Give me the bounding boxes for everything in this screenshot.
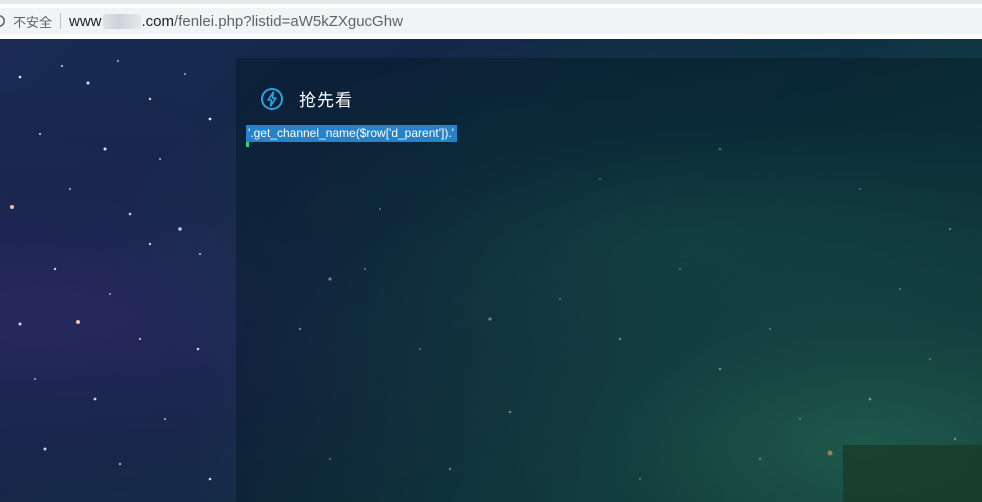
content-panel: 抢先看 '.get_channel_name($row['d_parent'])… — [236, 58, 982, 502]
panel-title: 抢先看 — [299, 91, 353, 111]
omnibox[interactable]: 不安全 www .com /fenlei.php?listid=aW5kZXgu… — [0, 8, 982, 34]
url-prefix: www — [69, 12, 102, 30]
corner-overlay — [843, 445, 982, 502]
security-label[interactable]: 不安全 — [13, 12, 52, 31]
selected-code-text[interactable]: '.get_channel_name($row['d_parent']).' — [246, 125, 457, 142]
text-cursor-marker — [246, 142, 249, 147]
browser-address-bar: 不安全 www .com /fenlei.php?listid=aW5kZXgu… — [0, 0, 982, 39]
url-domain-suffix: .com — [141, 12, 175, 30]
page-background: 抢先看 '.get_channel_name($row['d_parent'])… — [0, 39, 982, 502]
panel-header: 抢先看 — [260, 86, 353, 111]
url-path: /fenlei.php?listid=aW5kZXgucGhw — [174, 12, 403, 30]
omnibox-divider — [60, 13, 62, 29]
url-redacted — [102, 13, 141, 29]
info-icon[interactable] — [0, 14, 7, 28]
url-text[interactable]: www .com /fenlei.php?listid=aW5kZXgucGhw — [69, 13, 403, 30]
lightning-circle-icon — [261, 87, 283, 110]
